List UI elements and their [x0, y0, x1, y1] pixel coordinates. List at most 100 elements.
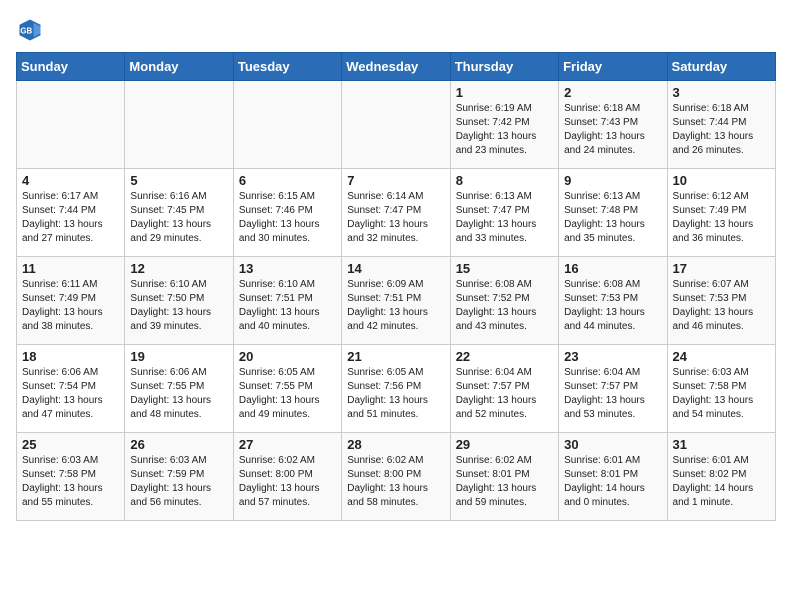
day-info: Sunrise: 6:19 AM Sunset: 7:42 PM Dayligh…: [456, 102, 553, 158]
weekday-header-sunday: Sunday: [17, 53, 125, 81]
calendar-cell: 25Sunrise: 6:03 AM Sunset: 7:58 PM Dayli…: [17, 433, 125, 521]
calendar-cell: 16 Sunrise: 6:08 AM Sunset: 7:53 PM Dayli…: [559, 257, 667, 345]
calendar-cell: [17, 81, 125, 169]
calendar-cell: 23 Sunrise: 6:04 AM Sunset: 7:57 PM Dayli…: [559, 345, 667, 433]
day-number: 13: [239, 261, 336, 276]
day-info: Sunrise: 6:13 AM Sunset: 7:47 PM Dayligh…: [456, 190, 553, 246]
day-number: 3: [673, 85, 770, 100]
calendar-cell: 4Sunrise: 6:17 AM Sunset: 7:44 PM Daylig…: [17, 169, 125, 257]
calendar-cell: 1 Sunrise: 6:19 AM Sunset: 7:42 PM Daylig…: [450, 81, 558, 169]
calendar-cell: 30 Sunrise: 6:01 AM Sunset: 8:01 PM Dayli…: [559, 433, 667, 521]
calendar-cell: 24 Sunrise: 6:03 AM Sunset: 7:58 PM Dayli…: [667, 345, 775, 433]
calendar-cell: 21 Sunrise: 6:05 AM Sunset: 7:56 PM Dayli…: [342, 345, 450, 433]
day-number: 1: [456, 85, 553, 100]
day-info: Sunrise: 6:12 AM Sunset: 7:49 PM Dayligh…: [673, 190, 770, 246]
day-info: Sunrise: 6:08 AM Sunset: 7:52 PM Dayligh…: [456, 278, 553, 334]
calendar-cell: [125, 81, 233, 169]
calendar-cell: 13 Sunrise: 6:10 AM Sunset: 7:51 PM Dayli…: [233, 257, 341, 345]
day-info: Sunrise: 6:05 AM Sunset: 7:56 PM Dayligh…: [347, 366, 444, 422]
day-info: Sunrise: 6:02 AM Sunset: 8:00 PM Dayligh…: [347, 454, 444, 510]
day-number: 22: [456, 349, 553, 364]
weekday-header-friday: Friday: [559, 53, 667, 81]
calendar-cell: 10Sunrise: 6:12 AM Sunset: 7:49 PM Dayli…: [667, 169, 775, 257]
day-number: 24: [673, 349, 770, 364]
day-number: 29: [456, 437, 553, 452]
day-info: Sunrise: 6:01 AM Sunset: 8:02 PM Dayligh…: [673, 454, 770, 510]
week-row-5: 25Sunrise: 6:03 AM Sunset: 7:58 PM Dayli…: [17, 433, 776, 521]
day-info: Sunrise: 6:04 AM Sunset: 7:57 PM Dayligh…: [564, 366, 661, 422]
weekday-header-thursday: Thursday: [450, 53, 558, 81]
calendar-cell: [233, 81, 341, 169]
day-number: 5: [130, 173, 227, 188]
weekday-header-wednesday: Wednesday: [342, 53, 450, 81]
weekday-header-monday: Monday: [125, 53, 233, 81]
day-number: 18: [22, 349, 119, 364]
day-info: Sunrise: 6:18 AM Sunset: 7:43 PM Dayligh…: [564, 102, 661, 158]
day-number: 26: [130, 437, 227, 452]
day-info: Sunrise: 6:07 AM Sunset: 7:53 PM Dayligh…: [673, 278, 770, 334]
week-row-3: 11 Sunrise: 6:11 AM Sunset: 7:49 PM Dayli…: [17, 257, 776, 345]
calendar-cell: 8 Sunrise: 6:13 AM Sunset: 7:47 PM Daylig…: [450, 169, 558, 257]
calendar-cell: 18 Sunrise: 6:06 AM Sunset: 7:54 PM Dayli…: [17, 345, 125, 433]
calendar-table: SundayMondayTuesdayWednesdayThursdayFrid…: [16, 52, 776, 521]
weekday-header-row: SundayMondayTuesdayWednesdayThursdayFrid…: [17, 53, 776, 81]
day-info: Sunrise: 6:03 AM Sunset: 7:59 PM Dayligh…: [130, 454, 227, 510]
svg-text:GB: GB: [20, 27, 32, 36]
calendar-cell: 6 Sunrise: 6:15 AM Sunset: 7:46 PM Daylig…: [233, 169, 341, 257]
day-number: 20: [239, 349, 336, 364]
day-info: Sunrise: 6:06 AM Sunset: 7:54 PM Dayligh…: [22, 366, 119, 422]
calendar-cell: 20Sunrise: 6:05 AM Sunset: 7:55 PM Dayli…: [233, 345, 341, 433]
day-info: Sunrise: 6:10 AM Sunset: 7:50 PM Dayligh…: [130, 278, 227, 334]
day-info: Sunrise: 6:02 AM Sunset: 8:00 PM Dayligh…: [239, 454, 336, 510]
calendar-cell: 27 Sunrise: 6:02 AM Sunset: 8:00 PM Dayli…: [233, 433, 341, 521]
calendar-cell: 19 Sunrise: 6:06 AM Sunset: 7:55 PM Dayli…: [125, 345, 233, 433]
day-info: Sunrise: 6:06 AM Sunset: 7:55 PM Dayligh…: [130, 366, 227, 422]
calendar-cell: 17 Sunrise: 6:07 AM Sunset: 7:53 PM Dayli…: [667, 257, 775, 345]
day-number: 23: [564, 349, 661, 364]
day-info: Sunrise: 6:18 AM Sunset: 7:44 PM Dayligh…: [673, 102, 770, 158]
day-number: 12: [130, 261, 227, 276]
day-number: 14: [347, 261, 444, 276]
calendar-cell: 7Sunrise: 6:14 AM Sunset: 7:47 PM Daylig…: [342, 169, 450, 257]
day-number: 9: [564, 173, 661, 188]
calendar-cell: 15 Sunrise: 6:08 AM Sunset: 7:52 PM Dayli…: [450, 257, 558, 345]
day-info: Sunrise: 6:10 AM Sunset: 7:51 PM Dayligh…: [239, 278, 336, 334]
week-row-4: 18 Sunrise: 6:06 AM Sunset: 7:54 PM Dayli…: [17, 345, 776, 433]
logo: GB: [16, 16, 48, 44]
day-number: 8: [456, 173, 553, 188]
day-number: 15: [456, 261, 553, 276]
day-number: 2: [564, 85, 661, 100]
day-info: Sunrise: 6:11 AM Sunset: 7:49 PM Dayligh…: [22, 278, 119, 334]
week-row-1: 1 Sunrise: 6:19 AM Sunset: 7:42 PM Daylig…: [17, 81, 776, 169]
calendar-cell: 31 Sunrise: 6:01 AM Sunset: 8:02 PM Dayli…: [667, 433, 775, 521]
day-info: Sunrise: 6:14 AM Sunset: 7:47 PM Dayligh…: [347, 190, 444, 246]
day-info: Sunrise: 6:09 AM Sunset: 7:51 PM Dayligh…: [347, 278, 444, 334]
day-info: Sunrise: 6:04 AM Sunset: 7:57 PM Dayligh…: [456, 366, 553, 422]
day-number: 19: [130, 349, 227, 364]
day-number: 28: [347, 437, 444, 452]
day-info: Sunrise: 6:15 AM Sunset: 7:46 PM Dayligh…: [239, 190, 336, 246]
day-number: 21: [347, 349, 444, 364]
calendar-cell: 11 Sunrise: 6:11 AM Sunset: 7:49 PM Dayli…: [17, 257, 125, 345]
day-number: 16: [564, 261, 661, 276]
day-number: 30: [564, 437, 661, 452]
day-number: 11: [22, 261, 119, 276]
calendar-cell: [342, 81, 450, 169]
day-info: Sunrise: 6:08 AM Sunset: 7:53 PM Dayligh…: [564, 278, 661, 334]
page-header: GB: [16, 16, 776, 44]
day-number: 31: [673, 437, 770, 452]
day-number: 6: [239, 173, 336, 188]
day-number: 27: [239, 437, 336, 452]
weekday-header-tuesday: Tuesday: [233, 53, 341, 81]
logo-icon: GB: [16, 16, 44, 44]
calendar-cell: 14 Sunrise: 6:09 AM Sunset: 7:51 PM Dayli…: [342, 257, 450, 345]
day-number: 17: [673, 261, 770, 276]
day-info: Sunrise: 6:03 AM Sunset: 7:58 PM Dayligh…: [22, 454, 119, 510]
calendar-cell: 9Sunrise: 6:13 AM Sunset: 7:48 PM Daylig…: [559, 169, 667, 257]
weekday-header-saturday: Saturday: [667, 53, 775, 81]
day-info: Sunrise: 6:01 AM Sunset: 8:01 PM Dayligh…: [564, 454, 661, 510]
day-info: Sunrise: 6:03 AM Sunset: 7:58 PM Dayligh…: [673, 366, 770, 422]
day-info: Sunrise: 6:16 AM Sunset: 7:45 PM Dayligh…: [130, 190, 227, 246]
day-number: 4: [22, 173, 119, 188]
calendar-cell: 12 Sunrise: 6:10 AM Sunset: 7:50 PM Dayli…: [125, 257, 233, 345]
